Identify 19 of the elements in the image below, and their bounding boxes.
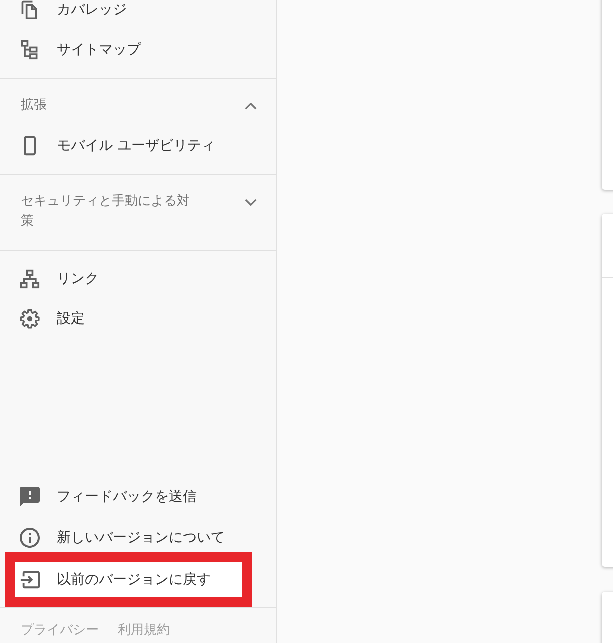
box-tree-icon <box>20 40 40 60</box>
section-header[interactable]: 拡張 <box>0 79 276 126</box>
sidebar-item[interactable]: 設定 <box>0 299 276 339</box>
settings-icon <box>20 309 40 329</box>
section-header[interactable]: セキュリティと手動による対策 <box>0 175 276 242</box>
sidebar-item[interactable]: モバイル ユーザビリティ <box>0 126 276 166</box>
sidebar-item[interactable]: 以前のバージョンに戻す <box>5 552 252 607</box>
sidebar-item[interactable]: フィードバックを送信 <box>0 483 276 511</box>
sidebar-item[interactable]: サイトマップ <box>0 30 276 70</box>
sidebar-item[interactable]: 新しいバージョンについて <box>0 524 276 552</box>
chevron-down-icon <box>245 199 257 206</box>
chevron-up-icon <box>245 103 257 110</box>
sidebar-item[interactable]: カバレッジ <box>0 0 276 30</box>
sidebar-item[interactable]: リンク <box>0 259 276 299</box>
arrow-into-box-icon <box>20 570 40 590</box>
copy-icon <box>20 0 40 20</box>
info-icon <box>20 528 40 548</box>
hierarchy-icon <box>20 269 40 289</box>
feedback-icon <box>20 487 40 507</box>
